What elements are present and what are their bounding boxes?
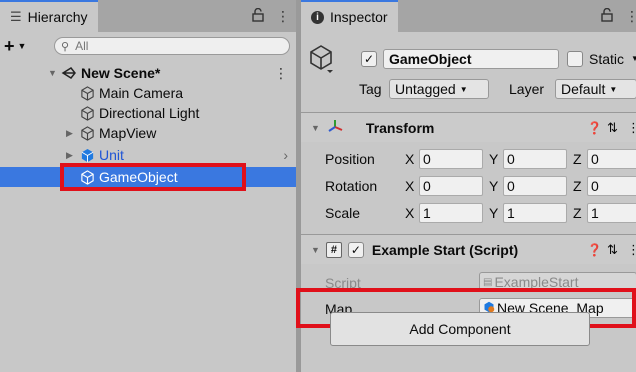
list-item[interactable]: ▶ MapView xyxy=(66,123,156,143)
scale-z-field[interactable]: 1 xyxy=(587,203,636,223)
gameobject-cube-icon xyxy=(78,125,96,141)
scale-xyz: X 1 Y 1 Z 1 xyxy=(405,202,636,224)
help-icon[interactable]: ❓ xyxy=(587,121,602,135)
tag-label: Tag xyxy=(359,81,382,97)
z-axis-label: Z xyxy=(573,205,582,221)
object-name-field[interactable]: GameObject xyxy=(383,49,559,69)
list-item[interactable]: Main Camera xyxy=(66,83,183,103)
rotation-xyz: X 0 Y 0 Z 0 xyxy=(405,175,636,197)
expand-arrow-icon[interactable]: ▶ xyxy=(66,150,78,161)
transform-title: Transform xyxy=(365,119,435,136)
transform-header[interactable]: ▼ Transform ❓ ⇅ ⋮ xyxy=(301,112,636,142)
position-x-field[interactable]: 0 xyxy=(419,149,483,169)
script-component-title: Example Start (Script) xyxy=(371,241,519,258)
y-axis-label: Y xyxy=(489,151,499,167)
item-label: Unit xyxy=(99,147,124,163)
expand-arrow-icon[interactable]: ▶ xyxy=(66,128,78,139)
rotation-z-field[interactable]: 0 xyxy=(587,176,636,196)
x-axis-label: X xyxy=(405,178,415,194)
gameobject-cube-icon xyxy=(78,85,96,101)
search-placeholder: All xyxy=(75,39,89,53)
script-component-header[interactable]: ▼ # ✓ Example Start (Script) ❓ ⇅ ⋮ xyxy=(301,234,636,264)
plus-icon: + xyxy=(4,35,15,56)
static-checkbox[interactable] xyxy=(567,51,583,67)
x-axis-label: X xyxy=(405,205,415,221)
rotation-y-field[interactable]: 0 xyxy=(503,176,567,196)
gameobject-large-icon xyxy=(309,44,335,77)
layer-label: Layer xyxy=(509,81,545,97)
script-hash-icon: # xyxy=(325,241,342,258)
list-icon: ☰ xyxy=(10,9,22,24)
object-name-value: GameObject xyxy=(389,51,472,67)
highlight-box xyxy=(60,163,246,191)
list-item[interactable]: ▶ Unit › xyxy=(66,145,292,165)
component-menu-icon[interactable]: ⋮ xyxy=(627,242,636,258)
scale-label: Scale xyxy=(325,205,361,221)
lock-icon[interactable] xyxy=(601,7,613,25)
z-axis-label: Z xyxy=(573,151,582,167)
position-z-field[interactable]: 0 xyxy=(587,149,636,169)
hierarchy-search-input[interactable]: ⚲ All xyxy=(54,37,290,55)
static-label: Static xyxy=(589,51,625,67)
position-y-field[interactable]: 0 xyxy=(503,149,567,169)
info-icon: i xyxy=(311,10,324,24)
tab-hierarchy-label: Hierarchy xyxy=(27,9,88,25)
add-component-button[interactable]: Add Component xyxy=(330,312,590,346)
hierarchy-panel: ☰ Hierarchy ⋮ + ▼ ⚲ All ▼ New Scene* ⋮ M… xyxy=(0,0,296,372)
unity-scene-icon xyxy=(60,65,78,81)
position-label: Position xyxy=(325,151,375,167)
active-checkbox[interactable]: ✓ xyxy=(361,51,377,67)
tab-inspector-label: Inspector xyxy=(330,9,388,25)
inspector-tabbar: i Inspector ⋮ xyxy=(301,0,636,32)
y-axis-label: Y xyxy=(489,205,499,221)
item-label: Main Camera xyxy=(99,85,184,101)
prefab-cube-icon xyxy=(78,148,96,163)
create-button[interactable]: + ▼ xyxy=(4,36,48,57)
settings-sliders-icon[interactable]: ⇅ xyxy=(607,120,618,136)
hierarchy-toolbar: + ▼ ⚲ All xyxy=(0,34,296,58)
scale-y-field[interactable]: 1 xyxy=(503,203,567,223)
scene-more-icon[interactable]: ⋮ xyxy=(274,65,288,82)
chevron-down-icon[interactable]: ▼ xyxy=(631,54,636,63)
transform-axes-icon xyxy=(328,118,344,137)
hierarchy-tabbar: ☰ Hierarchy ⋮ xyxy=(0,0,296,32)
more-options-icon[interactable]: ⋮ xyxy=(276,8,290,25)
expand-arrow-icon[interactable]: ▼ xyxy=(48,68,60,78)
lock-icon[interactable] xyxy=(252,7,264,25)
layer-dropdown[interactable]: Default ▼ xyxy=(555,79,636,99)
list-item[interactable]: Directional Light xyxy=(66,103,199,123)
chevron-down-icon: ▼ xyxy=(459,84,468,94)
help-icon[interactable]: ❓ xyxy=(587,243,602,257)
gameobject-cube-icon xyxy=(78,105,96,121)
collapse-arrow-icon[interactable]: ▼ xyxy=(311,245,320,255)
x-axis-label: X xyxy=(405,151,415,167)
layer-value: Default xyxy=(561,81,606,97)
tab-inspector[interactable]: i Inspector xyxy=(301,0,398,32)
component-menu-icon[interactable]: ⋮ xyxy=(627,120,636,136)
chevron-right-icon[interactable]: › xyxy=(283,147,288,163)
y-axis-label: Y xyxy=(489,178,499,194)
script-enabled-checkbox[interactable]: ✓ xyxy=(347,241,364,258)
item-label: MapView xyxy=(99,125,157,141)
collapse-arrow-icon[interactable]: ▼ xyxy=(311,123,320,133)
scale-x-field[interactable]: 1 xyxy=(419,203,483,223)
z-axis-label: Z xyxy=(573,178,582,194)
rotation-x-field[interactable]: 0 xyxy=(419,176,483,196)
chevron-down-icon: ▼ xyxy=(609,84,618,94)
scene-name: New Scene* xyxy=(81,65,161,81)
chevron-down-icon: ▼ xyxy=(17,41,27,51)
rotation-label: Rotation xyxy=(325,178,378,194)
item-label: Directional Light xyxy=(99,105,200,121)
more-options-icon[interactable]: ⋮ xyxy=(625,8,636,25)
tag-dropdown[interactable]: Untagged ▼ xyxy=(389,79,489,99)
tag-value: Untagged xyxy=(395,81,456,97)
search-icon: ⚲ xyxy=(61,40,70,53)
scene-row[interactable]: ▼ New Scene* ⋮ xyxy=(48,63,292,83)
tab-hierarchy[interactable]: ☰ Hierarchy xyxy=(0,0,98,32)
position-xyz: X 0 Y 0 Z 0 xyxy=(405,148,636,170)
script-file-icon: ▤ xyxy=(483,276,493,288)
settings-sliders-icon[interactable]: ⇅ xyxy=(607,242,618,258)
